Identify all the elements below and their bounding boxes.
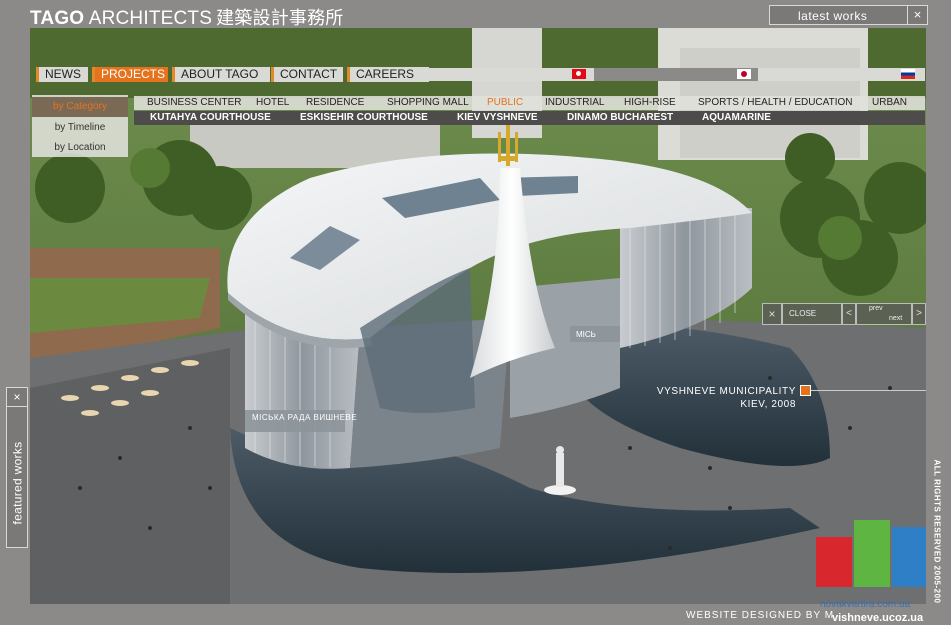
logo-blue-block [892,527,926,587]
language-bar-japanese[interactable] [594,68,758,81]
next-button[interactable]: next [889,315,902,322]
main-menu: NEWS PROJECTS ABOUT TAGO CONTACT CAREERS [36,67,925,82]
menu-projects[interactable]: PROJECTS [92,67,168,82]
category-business-center[interactable]: BUSINESS CENTER [147,96,241,110]
brand-bold: TAGO [30,8,85,29]
latest-works-label: latest works [798,9,868,23]
category-bar: BUSINESS CENTER HOTEL RESIDENCE SHOPPING… [134,96,925,110]
category-shopping-mall[interactable]: SHOPPING MALL [387,96,469,110]
gallery-close-button[interactable]: CLOSE [782,303,842,325]
watermark-site: novakvartira.com.ua [820,599,911,610]
menu-about-tago[interactable]: ABOUT TAGO [172,67,270,82]
prev-next-box: prev next [856,303,912,325]
japan-flag-icon[interactable] [737,69,751,79]
featured-works-label: featured works [10,441,25,525]
category-high-rise[interactable]: HIGH-RISE [624,96,676,110]
project-kiev-vyshneve[interactable]: KIEV VYSHNEVE [457,111,538,125]
turkey-flag-icon[interactable] [572,69,586,79]
brand-kanji: 建築設計事務所 [216,8,344,28]
menu-careers[interactable]: CAREERS [347,67,429,82]
russia-flag-icon[interactable] [901,69,915,79]
logo-red-block [816,537,852,587]
browse-by-location[interactable]: by Location [32,138,128,158]
category-sports-health-education[interactable]: SPORTS / HEALTH / EDUCATION [698,96,852,110]
project-caption-subtitle: KIEV, 2008 [740,399,796,410]
latest-works-button[interactable]: latest works × [769,5,928,25]
project-bar: KUTAHYA COURTHOUSE ESKISEHIR COURTHOUSE … [134,111,925,125]
category-industrial[interactable]: INDUSTRIAL [545,96,604,110]
category-residence[interactable]: RESIDENCE [306,96,364,110]
watermark-logo [816,520,928,590]
prev-button[interactable]: prev [869,305,883,312]
brand-name: ARCHITECTS [84,8,213,29]
menu-contact[interactable]: CONTACT [271,67,343,82]
latest-works-close-icon[interactable]: × [907,5,927,25]
category-hotel[interactable]: HOTEL [256,96,289,110]
building-sign: МІСЬКА РАДА ВИШНЕВЕ [252,413,358,422]
gallery-nav: × CLOSE < prev next > [762,303,926,325]
category-urban[interactable]: URBAN [872,96,907,110]
browse-panel: by Category by Timeline by Location [32,95,128,157]
featured-works-tab[interactable]: × featured works [6,387,28,548]
brand-logo[interactable]: TAGO ARCHITECTS 建築設計事務所 [30,4,344,30]
project-aquamarine[interactable]: AQUAMARINE [702,111,771,125]
footer-credit[interactable]: WEBSITE DESIGNED BY M [686,610,834,621]
project-dinamo-bucharest[interactable]: DINAMO BUCHAREST [567,111,673,125]
featured-close-icon[interactable]: × [7,388,27,407]
caption-marker[interactable] [800,385,811,396]
menu-news[interactable]: NEWS [36,67,88,82]
logo-green-block [854,520,890,587]
prev-arrow-icon[interactable]: < [842,303,856,325]
language-bar-russian[interactable] [758,68,925,81]
browse-by-category[interactable]: by Category [32,97,128,117]
rights-notice: ALL RIGHTS RESERVED 2005-200 [932,459,942,604]
language-bar-turkish[interactable] [428,68,594,81]
project-eskisehir-courthouse[interactable]: ESKISEHIR COURTHOUSE [300,111,428,125]
gallery-close-icon[interactable]: × [762,303,782,325]
project-caption: VYSHNEVE MUNICIPALITY KIEV, 2008 [620,385,796,411]
project-caption-title: VYSHNEVE MUNICIPALITY [656,386,796,397]
browse-by-timeline[interactable]: by Timeline [32,118,128,138]
building-sign-right: МІСЬ [576,330,596,339]
project-kutahya-courthouse[interactable]: KUTAHYA COURTHOUSE [150,111,271,125]
category-public[interactable]: PUBLIC [487,96,523,110]
next-arrow-icon[interactable]: > [912,303,926,325]
watermark-domain: vishneve.ucoz.ua [832,612,924,624]
caption-line [811,390,926,391]
